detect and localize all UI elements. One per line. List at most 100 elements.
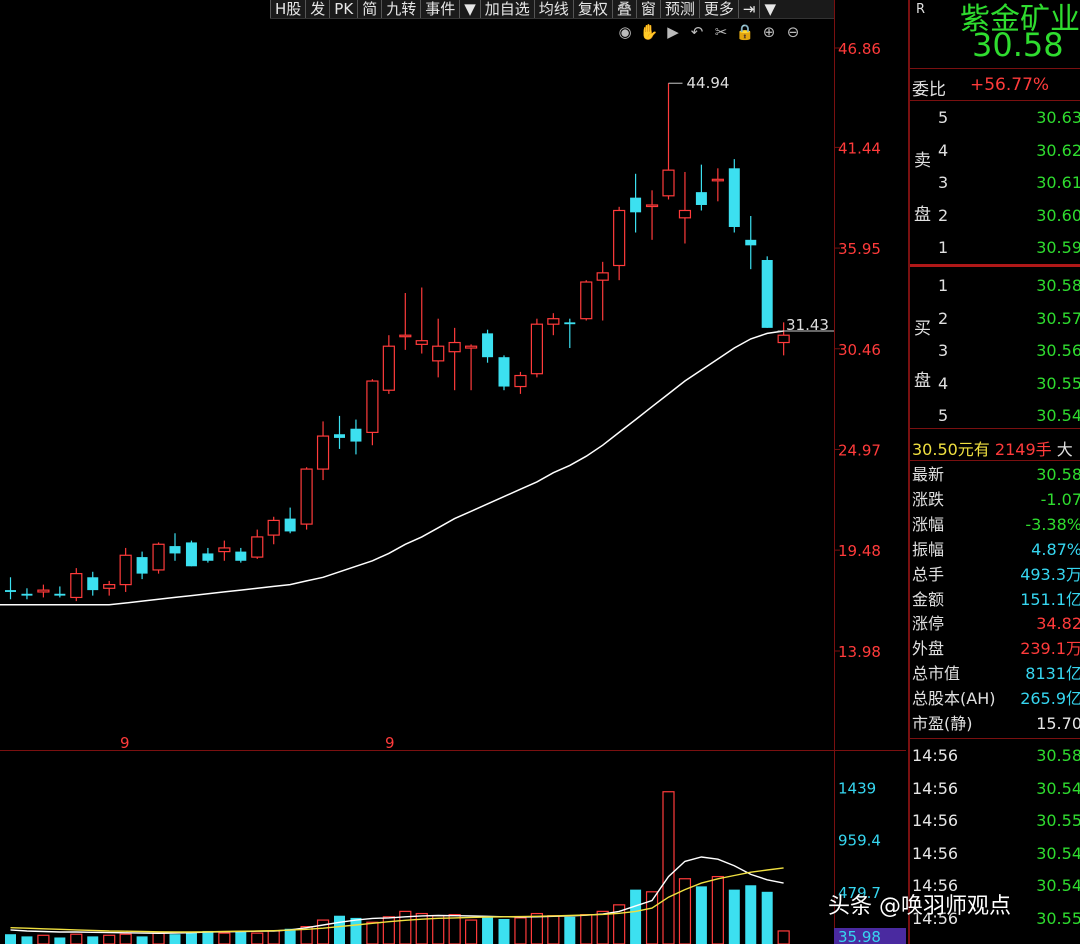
candle-body xyxy=(334,434,345,438)
candle xyxy=(761,256,773,328)
candle-body xyxy=(119,554,132,586)
tick-price: 30.58 xyxy=(1036,746,1080,765)
level-number: 2 xyxy=(938,205,949,225)
candle xyxy=(630,173,642,233)
price-axis: 46.86 41.44 35.95 30.46 24.97 19.48 13.98 xyxy=(834,40,881,661)
stat-row: 涨停 34.82 xyxy=(910,613,1080,635)
candle xyxy=(169,533,181,561)
candle xyxy=(235,547,247,563)
candle-body xyxy=(5,590,16,592)
volume-tick-label: 35.98 xyxy=(838,928,881,944)
level-price: 30.56 xyxy=(1036,341,1080,360)
level-price: 30.59 xyxy=(1036,238,1080,257)
candle-body xyxy=(465,345,478,349)
stat-label: 涨停 xyxy=(912,614,945,634)
candle-body xyxy=(613,209,626,267)
buy-level-row: 2 30.57 xyxy=(910,308,1080,330)
tick-row: 14:56 30.54 xyxy=(910,778,1080,800)
volume-bar xyxy=(267,930,280,944)
candle-body xyxy=(382,345,395,391)
stat-label: 金额 xyxy=(912,589,945,609)
buy-level-row: 4 30.55 xyxy=(910,373,1080,395)
candle xyxy=(267,516,280,545)
level-price: 30.60 xyxy=(1036,205,1080,225)
volume-bar xyxy=(530,912,544,944)
stat-row: 总手 493.3万 xyxy=(910,564,1080,586)
price-tick-label: 13.98 xyxy=(838,643,881,661)
candle xyxy=(662,83,675,200)
order-note-tail: 大 xyxy=(1056,440,1073,459)
candle xyxy=(432,318,445,378)
candle-body xyxy=(37,589,50,593)
candle xyxy=(334,415,345,449)
buy-level-row: 5 30.54 xyxy=(910,405,1080,427)
candle xyxy=(300,467,313,530)
stat-row: 市盈(静) 15.70 xyxy=(910,713,1080,735)
candle-body xyxy=(415,340,428,345)
level-price: 30.62 xyxy=(1036,140,1080,160)
candle xyxy=(21,588,33,600)
candle xyxy=(415,287,428,354)
volume-bar xyxy=(169,934,181,944)
annotations: 44.94 31.43 9 9 xyxy=(120,74,834,752)
candle xyxy=(87,571,99,596)
candle-body xyxy=(202,553,214,561)
candle-body xyxy=(745,239,757,246)
tick-row: 14:56 30.58 xyxy=(910,745,1080,767)
candle-body xyxy=(728,168,740,227)
stat-value: 493.3万 xyxy=(1020,564,1080,584)
price-tick-label: 19.48 xyxy=(838,542,881,560)
volume-bar xyxy=(334,915,345,944)
volume-bar xyxy=(711,875,724,944)
volume-bar xyxy=(482,916,494,944)
tick-price: 30.54 xyxy=(1036,778,1080,798)
candle xyxy=(152,542,165,574)
order-note: 30.50元有 2149手 大 xyxy=(912,436,1073,460)
volume-bar xyxy=(465,919,478,944)
volume-bar xyxy=(761,891,773,944)
stat-label: 最新 xyxy=(912,465,945,484)
stat-label: 涨幅 xyxy=(912,514,945,534)
stat-value: -3.38% xyxy=(1025,514,1080,534)
tick-time: 14:56 xyxy=(912,811,959,831)
candle-body xyxy=(564,322,576,325)
tick-time: 14:56 xyxy=(912,746,959,765)
weibi-label: 委比 xyxy=(912,80,946,100)
candle-body xyxy=(136,557,148,574)
candle-body xyxy=(152,543,165,571)
volume-bar xyxy=(103,934,116,944)
candle xyxy=(596,261,609,321)
candle-body xyxy=(678,209,692,219)
candle-body xyxy=(103,584,116,589)
candle xyxy=(119,547,132,592)
volume-tick-label: 1439 xyxy=(838,780,876,798)
candle-body xyxy=(300,468,313,525)
volume-bar xyxy=(564,916,576,944)
stat-row: 外盘 239.1万 xyxy=(910,638,1080,660)
stat-label: 外盘 xyxy=(912,639,945,659)
tick-price: 30.54 xyxy=(1036,876,1080,896)
candle-body xyxy=(399,334,412,338)
volume-bar xyxy=(284,928,296,944)
kline-chart[interactable]: 46.86 41.44 35.95 30.46 24.97 19.48 13.98 44.9… xyxy=(0,0,906,944)
volume-bar xyxy=(728,889,740,944)
stat-row: 涨跌 -1.07 xyxy=(910,489,1080,511)
candles xyxy=(5,83,790,602)
candle-body xyxy=(448,341,461,353)
volume-bar xyxy=(630,889,642,944)
candle xyxy=(136,551,148,580)
candle xyxy=(399,293,412,350)
stat-label: 市盈(静) xyxy=(912,714,973,733)
volume-bar xyxy=(235,932,247,944)
level-number: 4 xyxy=(938,140,949,160)
level-number: 5 xyxy=(938,108,949,127)
volume-bar xyxy=(316,919,330,944)
candle xyxy=(613,206,626,281)
candle-body xyxy=(169,546,181,554)
volume-bar xyxy=(448,914,461,944)
stat-row: 振幅 4.87% xyxy=(910,539,1080,561)
buy-level-row: 1 30.58 xyxy=(910,275,1080,297)
level-number: 3 xyxy=(938,341,949,360)
candle xyxy=(498,355,510,391)
candle xyxy=(514,371,527,394)
